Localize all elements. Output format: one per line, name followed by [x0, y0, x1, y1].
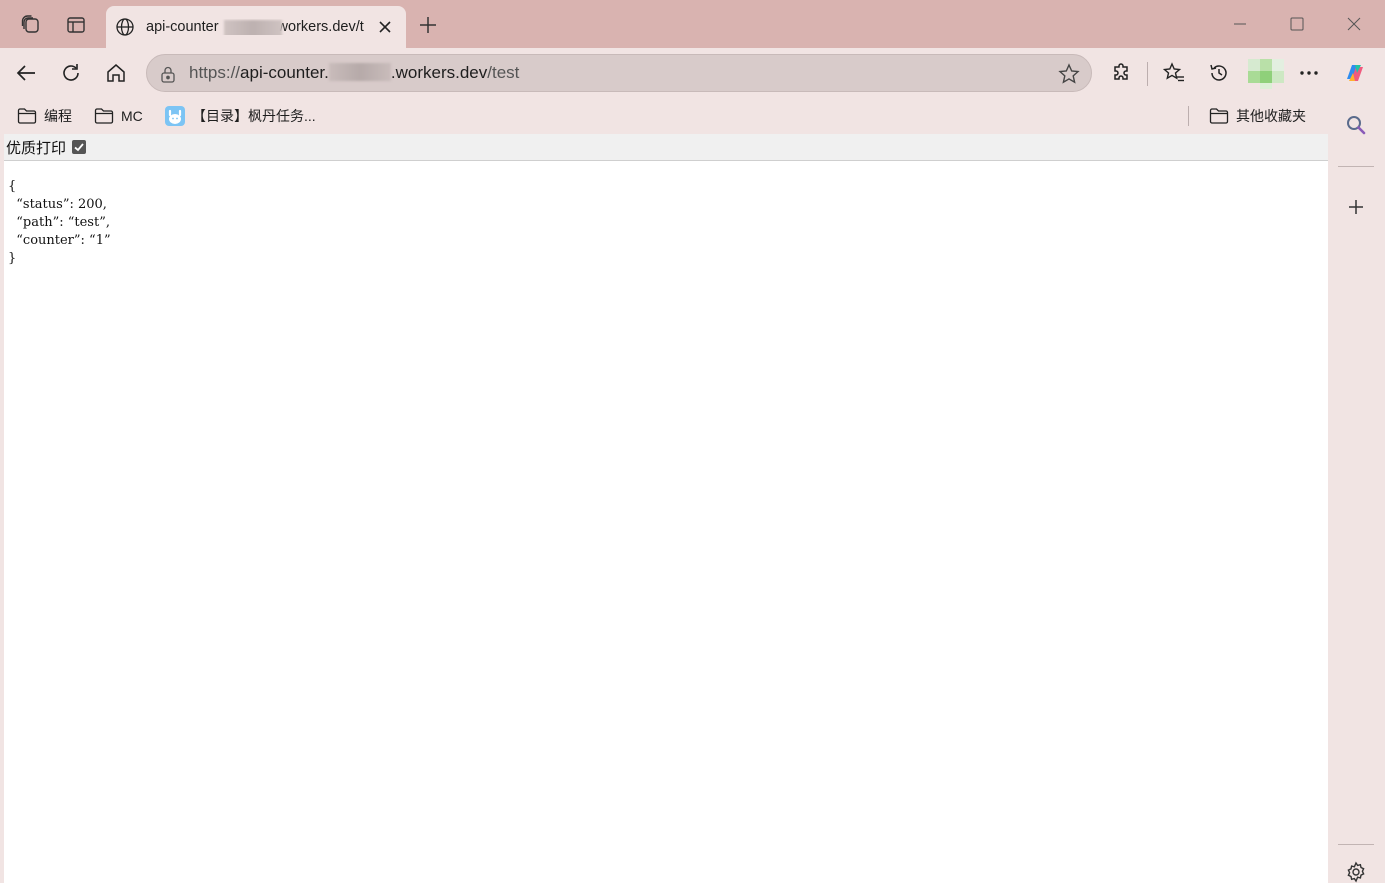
copilot-icon[interactable]	[1341, 59, 1369, 87]
pretty-print-label: 优质打印	[6, 139, 67, 157]
bookmark-label: 【目录】枫丹任务...	[192, 108, 316, 124]
toolbar-divider	[1147, 62, 1148, 86]
navigation-toolbar: https://api-counter. .workers.dev/test	[0, 48, 1385, 98]
url-scheme: https://	[189, 63, 241, 82]
favorites-icon[interactable]	[1160, 59, 1188, 87]
folder-icon	[93, 106, 115, 126]
title-bar: api-counter workers.dev/t	[0, 0, 1385, 48]
tab-title-suffix: workers.dev/t	[277, 19, 364, 35]
new-tab-icon[interactable]	[416, 13, 440, 37]
site-favicon	[164, 106, 186, 126]
globe-icon	[114, 16, 136, 38]
close-window-icon[interactable]	[1342, 12, 1366, 36]
bookmark-folder-programming[interactable]: 编程	[16, 106, 72, 126]
sidebar-divider	[1338, 844, 1374, 845]
folder-icon	[1208, 106, 1230, 126]
url-host-suffix: .workers.dev	[390, 63, 488, 82]
refresh-icon[interactable]	[57, 59, 85, 87]
history-icon[interactable]	[1205, 59, 1233, 87]
tab-title: api-counter workers.dev/t	[146, 19, 368, 35]
favorite-star-icon[interactable]	[1057, 62, 1081, 86]
url-text[interactable]: https://api-counter. .workers.dev/test	[189, 63, 519, 83]
bookmark-other-favorites[interactable]: 其他收藏夹	[1208, 106, 1306, 126]
active-tab[interactable]: api-counter workers.dev/t	[106, 6, 406, 48]
print-toolbar: 优质打印	[4, 134, 1328, 161]
close-tab-icon[interactable]	[374, 16, 396, 38]
sidebar	[1328, 98, 1385, 883]
home-icon[interactable]	[102, 59, 130, 87]
vertical-tabs-icon[interactable]	[63, 12, 89, 38]
redacted-blur	[328, 63, 391, 81]
bookmarks-divider	[1188, 106, 1189, 126]
bookmark-site-fontaine-quests[interactable]: 【目录】枫丹任务...	[164, 106, 316, 126]
page-content: 优质打印 { “status”: 200, “path”: “test”, “c…	[0, 134, 1328, 883]
redacted-blur	[224, 20, 282, 35]
maximize-icon[interactable]	[1285, 12, 1309, 36]
tab-title-prefix: api-counter	[146, 19, 219, 35]
bookmarks-bar: 编程 MC 【目录】枫丹任务... 其他收藏夹	[0, 98, 1328, 134]
address-bar[interactable]: https://api-counter. .workers.dev/test	[146, 54, 1092, 92]
bookmark-label: 编程	[44, 108, 72, 124]
json-response-body: { “status”: 200, “path”: “test”, “counte…	[8, 179, 111, 266]
workspaces-icon[interactable]	[18, 12, 44, 38]
settings-gear-icon[interactable]	[1342, 858, 1370, 886]
more-options-icon[interactable]	[1295, 59, 1323, 87]
bookmark-folder-mc[interactable]: MC	[93, 106, 143, 126]
bookmark-label: MC	[121, 108, 143, 124]
pretty-print-checkbox[interactable]	[72, 140, 87, 154]
url-path: /test	[487, 63, 520, 82]
extensions-icon[interactable]	[1108, 59, 1136, 87]
back-icon[interactable]	[12, 59, 40, 87]
minimize-icon[interactable]	[1228, 12, 1252, 36]
profile-avatar[interactable]	[1248, 59, 1284, 89]
folder-icon	[16, 106, 38, 126]
add-sidebar-app-icon[interactable]	[1342, 193, 1370, 221]
bookmark-label: 其他收藏夹	[1236, 108, 1306, 124]
sidebar-divider	[1338, 166, 1374, 167]
search-icon[interactable]	[1342, 111, 1370, 139]
url-host-prefix: api-counter.	[240, 63, 329, 82]
lock-icon[interactable]	[157, 63, 179, 85]
